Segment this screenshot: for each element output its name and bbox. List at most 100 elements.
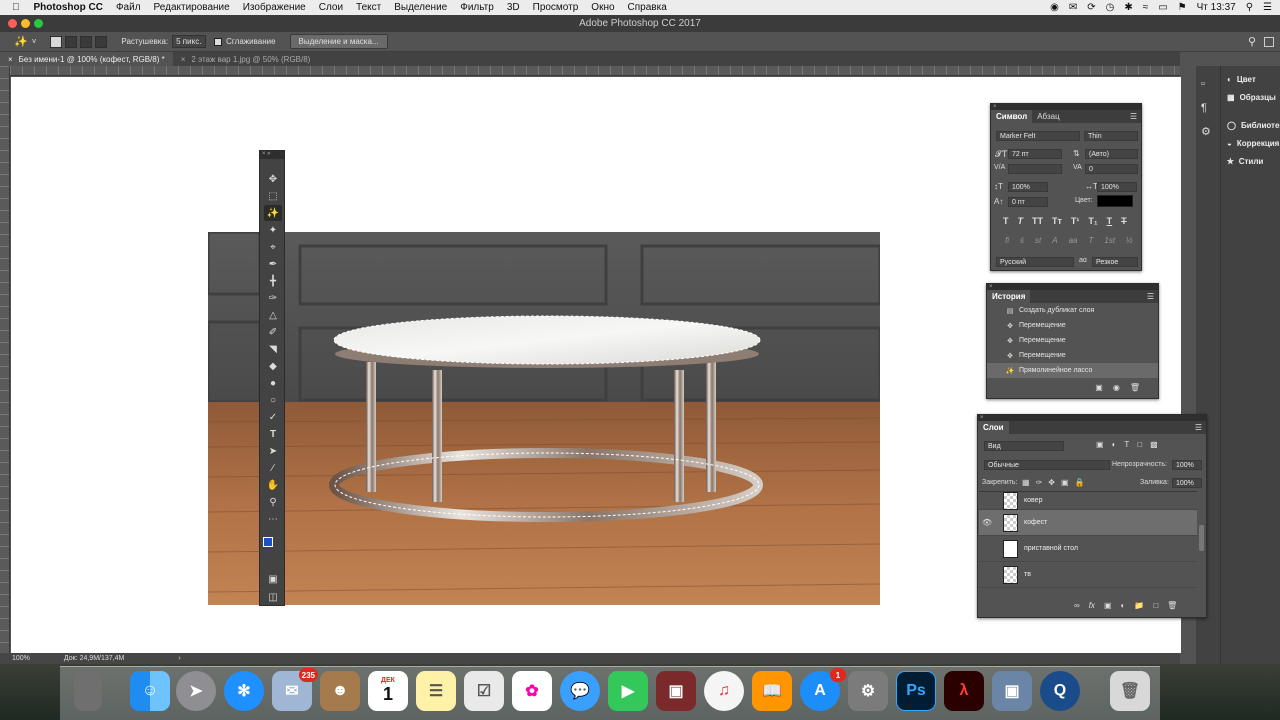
properties-icon[interactable]: ▫ bbox=[1201, 72, 1220, 96]
ibooks-icon[interactable]: 📖 bbox=[752, 671, 792, 711]
record-icon[interactable]: ◉ bbox=[1050, 2, 1059, 13]
vertical-scale-input[interactable]: 100% bbox=[1008, 182, 1048, 192]
tracking-input[interactable]: 0 bbox=[1085, 164, 1138, 174]
finder-icon[interactable]: ☺ bbox=[130, 671, 170, 711]
layers-scrollbar[interactable] bbox=[1199, 525, 1204, 551]
reminders-icon[interactable]: ☑ bbox=[464, 671, 504, 711]
tab-paragraph[interactable]: Абзац bbox=[1032, 110, 1064, 123]
menu-text[interactable]: Текст bbox=[356, 2, 381, 13]
lock-transparent-icon[interactable]: ▦ bbox=[1022, 478, 1030, 487]
photos-icon[interactable]: ✿ bbox=[512, 671, 552, 711]
faux-italic-icon[interactable]: T bbox=[1018, 216, 1024, 226]
search-icon[interactable]: ⚲ bbox=[1248, 35, 1256, 48]
magic-wand-tool-icon[interactable]: ✦ bbox=[264, 222, 282, 238]
font-size-input[interactable]: 72 пт bbox=[1008, 149, 1062, 159]
fill-input[interactable]: 100% bbox=[1172, 478, 1202, 488]
foreground-color-swatch[interactable] bbox=[263, 537, 273, 547]
zoom-window-button[interactable] bbox=[34, 19, 43, 28]
preview-icon[interactable]: ▣ bbox=[992, 671, 1032, 711]
polygonal-lasso-preset-icon[interactable]: ✨ bbox=[14, 35, 28, 48]
kerning-input[interactable] bbox=[1008, 164, 1062, 174]
subscript-icon[interactable]: T₁ bbox=[1088, 216, 1097, 226]
menu-window[interactable]: Окно bbox=[591, 2, 614, 13]
old-style-icon[interactable]: ś bbox=[1020, 236, 1024, 245]
small-caps-icon[interactable]: Tт bbox=[1052, 216, 1062, 226]
panel-menu-icon[interactable]: ☰ bbox=[1147, 292, 1154, 301]
polygonal-lasso-tool-icon[interactable]: ✨ bbox=[264, 205, 282, 221]
screen-mode-icon[interactable]: ◫ bbox=[264, 589, 282, 605]
half-icon[interactable]: ½ bbox=[1126, 236, 1133, 245]
itunes-icon[interactable]: ♫ bbox=[704, 671, 744, 711]
all-caps-icon[interactable]: TT bbox=[1032, 216, 1043, 226]
quicktime-icon[interactable]: Q bbox=[1040, 671, 1080, 711]
filter-type-icon[interactable]: T bbox=[1124, 440, 1129, 449]
history-item[interactable]: ✥ Перемещение bbox=[987, 333, 1158, 348]
dock-libraries[interactable]: ◯Библиотеки bbox=[1221, 116, 1280, 134]
tab-untitled-1[interactable]: × Без имени-1 @ 100% (кофест, RGB/8) * bbox=[0, 52, 173, 66]
baseline-shift-input[interactable]: 0 пт bbox=[1008, 197, 1048, 207]
leading-input[interactable]: (Авто) bbox=[1085, 149, 1138, 159]
pen-tool-icon[interactable]: ✓ bbox=[264, 409, 282, 425]
stylistic-alt-icon[interactable]: A bbox=[1052, 236, 1057, 245]
mail-icon[interactable]: ✉ 235 bbox=[272, 668, 318, 711]
ordinals-icon[interactable]: T bbox=[1088, 236, 1093, 245]
ruler-horizontal[interactable] bbox=[10, 66, 1180, 76]
dock-color[interactable]: ◐ Цвет bbox=[1221, 70, 1280, 88]
blur-tool-icon[interactable]: ● bbox=[264, 375, 282, 391]
move-tool-icon[interactable]: ✥ bbox=[264, 171, 282, 187]
faux-bold-icon[interactable]: T bbox=[1003, 216, 1009, 226]
new-selection-icon[interactable] bbox=[50, 35, 63, 48]
menu-filter[interactable]: Фильтр bbox=[460, 2, 494, 13]
filter-smart-icon[interactable]: ▩ bbox=[1150, 440, 1158, 449]
link-layers-icon[interactable]: ∞ bbox=[1074, 601, 1080, 610]
dock-styles[interactable]: ✯ Стили bbox=[1221, 152, 1280, 170]
filter-adjustment-icon[interactable]: ◐ bbox=[1112, 440, 1117, 449]
dock-adjustments[interactable]: ◒ Коррекция bbox=[1221, 134, 1280, 152]
menu-help[interactable]: Справка bbox=[628, 2, 667, 13]
intersect-selection-icon[interactable] bbox=[95, 35, 108, 48]
new-layer-icon[interactable]: □ bbox=[1153, 601, 1158, 610]
layer-row[interactable]: приставной стол bbox=[979, 536, 1197, 562]
flag-icon[interactable]: ⚑ bbox=[1178, 2, 1187, 13]
trash-icon[interactable]: 🗑 bbox=[1110, 671, 1150, 711]
layers-title[interactable]: Слои bbox=[978, 421, 1009, 434]
add-mask-icon[interactable]: ▣ bbox=[1104, 601, 1112, 610]
superscript-icon[interactable]: T¹ bbox=[1071, 216, 1080, 226]
layer-row[interactable]: ковер bbox=[979, 492, 1197, 510]
more-tools-icon[interactable]: ⋯ bbox=[264, 511, 282, 527]
wifi-icon[interactable]: ≈ bbox=[1143, 2, 1149, 13]
hand-tool-icon[interactable]: ✋ bbox=[264, 477, 282, 493]
lock-all-icon[interactable]: 🔒 bbox=[1075, 478, 1085, 487]
font-style-select[interactable]: Thin bbox=[1084, 131, 1138, 141]
horizontal-scale-input[interactable]: 100% bbox=[1097, 182, 1137, 192]
tab-close-icon[interactable]: × bbox=[181, 55, 186, 64]
line-tool-icon[interactable]: ∕ bbox=[264, 460, 282, 476]
new-document-from-state-icon[interactable]: ▣ bbox=[1095, 383, 1103, 392]
menu-image[interactable]: Изображение bbox=[243, 2, 306, 13]
antialias-method-select[interactable]: Резкое bbox=[1092, 257, 1138, 267]
tools-panel-header[interactable]: × » bbox=[260, 151, 284, 159]
text-color-swatch[interactable] bbox=[1097, 195, 1133, 207]
calendar-icon[interactable]: ДЕК 1 bbox=[368, 671, 408, 711]
launchpad-icon[interactable]: ➤ bbox=[176, 671, 216, 711]
zoom-level[interactable]: 100% bbox=[12, 655, 30, 662]
history-item[interactable]: ▤ Создать дубликат слоя bbox=[987, 303, 1158, 318]
tab-character[interactable]: Символ bbox=[991, 110, 1033, 123]
strikethrough-icon[interactable]: T bbox=[1121, 216, 1127, 226]
preset-chevron-icon[interactable]: ˅ bbox=[32, 37, 37, 46]
eraser-tool-icon[interactable]: ◥ bbox=[264, 341, 282, 357]
messages-icon[interactable]: 💬 bbox=[560, 671, 600, 711]
ligature-icon[interactable]: fi bbox=[1005, 236, 1009, 245]
sync-icon[interactable]: ⟳ bbox=[1087, 2, 1095, 13]
swash-icon[interactable]: st bbox=[1035, 236, 1041, 245]
notification-center-icon[interactable]: ☰ bbox=[1263, 2, 1272, 13]
safari-icon[interactable]: ✻ bbox=[224, 671, 264, 711]
type-tool-icon[interactable]: T bbox=[264, 426, 282, 442]
underline-icon[interactable]: T bbox=[1107, 216, 1113, 226]
select-and-mask-button[interactable]: Выделение и маска... bbox=[289, 34, 388, 49]
workspace-icon[interactable] bbox=[1264, 36, 1274, 47]
tab-close-icon[interactable]: × bbox=[8, 55, 13, 64]
acrobat-icon[interactable]: λ bbox=[944, 671, 984, 711]
fx-icon[interactable]: fx bbox=[1089, 601, 1095, 610]
snapshot-icon[interactable]: ◉ bbox=[1113, 383, 1120, 392]
